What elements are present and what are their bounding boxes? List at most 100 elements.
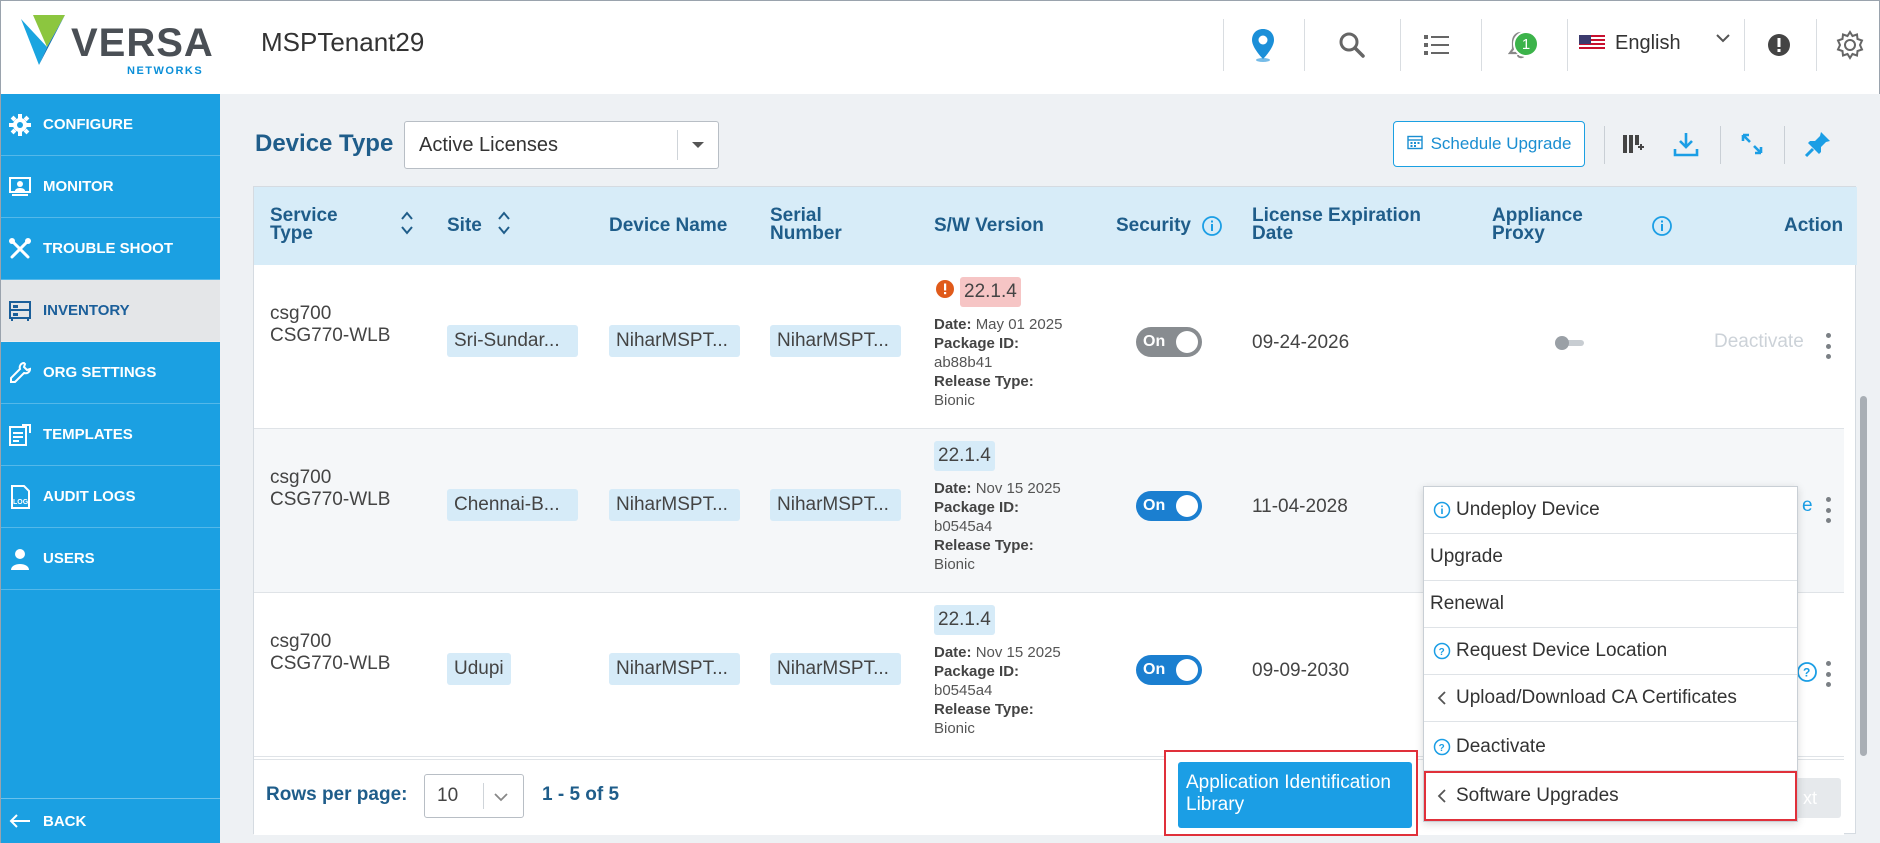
column-header-service-type[interactable]: Service Type [270,206,338,243]
menu-item-request-device-location[interactable]: ? Request Device Location [1424,628,1797,675]
divider [1604,126,1605,164]
device-name-chip[interactable]: NiharMSPT... [609,653,740,685]
divider [1481,19,1482,71]
search-icon[interactable] [1330,23,1374,67]
more-options-icon[interactable] [1823,497,1833,523]
more-options-icon[interactable] [1823,661,1833,687]
sidebar-item-org-settings[interactable]: ORG SETTINGS [1,342,220,404]
back-button[interactable]: BACK [1,798,220,843]
device-type-select[interactable]: Active Licenses [404,121,719,169]
alert-icon[interactable] [1757,23,1801,67]
sidebar-item-templates[interactable]: TEMPLATES [1,404,220,466]
action-link[interactable]: e [1802,495,1813,517]
site-chip[interactable]: Sri-Sundar... [447,325,578,357]
help-icon: ? [1433,738,1451,756]
schedule-upgrade-button[interactable]: Schedule Upgrade [1393,121,1585,167]
sidebar-item-audit-logs[interactable]: LOG AUDIT LOGS [1,466,220,528]
sidebar-item-trouble-shoot[interactable]: TROUBLE SHOOT [1,218,220,280]
device-name-chip[interactable]: NiharMSPT... [609,489,740,521]
sw-version-details: Date: Nov 15 2025 Package ID: b0545a4 Re… [934,643,1061,738]
menu-item-deactivate[interactable]: ? Deactivate [1424,724,1797,771]
divider [677,130,678,160]
security-toggle[interactable]: On [1136,327,1202,357]
service-type-line2: CSG770-WLB [270,653,391,674]
site-chip[interactable]: Udupi [447,653,511,685]
toggle-knob [1176,331,1198,353]
sidebar-item-monitor[interactable]: MONITOR [1,156,220,218]
menu-item-software-upgrades[interactable]: Software Upgrades [1424,771,1797,821]
scrollbar-thumb[interactable] [1860,396,1867,756]
column-header-appliance-proxy[interactable]: Appliance Proxy [1492,206,1583,243]
serial-number-chip[interactable]: NiharMSPT... [770,653,901,685]
column-header-sw-version[interactable]: S/W Version [934,216,1044,235]
sort-icon[interactable] [400,209,414,237]
settings-gear-icon[interactable] [1828,23,1872,67]
package-id-value: b0545a4 [934,518,993,535]
sw-version-chip[interactable]: 22.1.4 [934,605,995,635]
caret-down-icon [692,142,704,148]
release-type-value: Bionic [934,392,975,409]
pin-icon[interactable] [1800,126,1836,162]
license-expiration-date: 11-04-2028 [1252,496,1348,517]
site-chip[interactable]: Chennai-B... [447,489,578,521]
service-type-line1: csg700 [270,303,332,324]
sidebar-item-label: USERS [43,550,95,567]
device-name-chip[interactable]: NiharMSPT... [609,325,740,357]
table-row: csg700 CSG770-WLB Sri-Sundar... NiharMSP… [254,265,1844,429]
info-icon[interactable] [1201,215,1223,237]
date-value: Nov 15 2025 [975,644,1061,661]
security-toggle[interactable]: On [1136,655,1202,685]
column-header-serial-number[interactable]: Serial Number [770,206,842,243]
sw-version-chip[interactable]: 22.1.4 [934,441,995,471]
package-id-label: Package ID: [934,663,1020,680]
column-header-license-expiration[interactable]: License Expiration Date [1252,206,1421,243]
more-options-icon[interactable] [1823,333,1833,359]
release-type-label: Release Type: [934,537,1034,554]
appliance-proxy-toggle[interactable] [1552,335,1590,351]
sort-icon[interactable] [497,209,511,237]
language-selector[interactable]: English [1579,27,1681,59]
svg-text:?: ? [1803,666,1810,680]
menu-item-upgrade[interactable]: Upgrade [1424,534,1797,581]
expand-icon[interactable] [1734,126,1770,162]
versa-logo[interactable]: VERSA NETWORKS [19,13,213,83]
divider [483,783,484,809]
menu-item-upload-download-ca-certificates[interactable]: Upload/Download CA Certificates [1424,675,1797,722]
column-header-security[interactable]: Security [1116,216,1191,235]
location-pin-icon[interactable] [1241,23,1285,67]
menu-item-label: Software Upgrades [1456,785,1619,806]
submenu-item-application-identification-library[interactable]: Application Identification Library [1178,762,1412,828]
divider [1784,126,1785,164]
info-icon[interactable] [1651,215,1673,237]
info-icon [1433,501,1451,519]
menu-item-undeploy-device[interactable]: Undeploy Device [1424,487,1797,534]
sidebar-item-users[interactable]: USERS [1,528,220,590]
column-settings-icon[interactable] [1615,126,1651,162]
security-toggle[interactable]: On [1136,491,1202,521]
download-icon[interactable] [1668,126,1704,162]
deactivate-link[interactable]: Deactivate [1714,331,1804,353]
serial-number-chip[interactable]: NiharMSPT... [770,325,901,357]
menu-item-renewal[interactable]: Renewal [1424,581,1797,628]
chevron-down-icon[interactable] [1715,31,1731,49]
sidebar-item-inventory[interactable]: INVENTORY [1,280,220,342]
date-value: Nov 15 2025 [975,480,1061,497]
back-label: BACK [43,812,87,830]
date-value: May 01 2025 [975,316,1063,333]
device-type-label: Device Type [255,130,394,157]
divider [1567,19,1568,71]
top-bar: VERSA NETWORKS MSPTenant29 1 English [0,0,1880,94]
serial-number-chip[interactable]: NiharMSPT... [770,489,901,521]
rows-per-page-select[interactable]: 10 [424,774,524,818]
sidebar-item-label: INVENTORY [43,302,130,319]
sw-version-chip[interactable]: 22.1.4 [960,277,1021,307]
column-header-site[interactable]: Site [447,216,482,235]
column-header-device-name[interactable]: Device Name [609,216,727,235]
divider [1223,19,1224,71]
schedule-upgrade-label: Schedule Upgrade [1430,134,1572,153]
package-id-label: Package ID: [934,335,1020,352]
task-list-icon[interactable] [1415,23,1459,67]
sidebar-item-configure[interactable]: CONFIGURE [1,94,220,156]
help-icon[interactable]: ? [1796,661,1818,683]
action-context-menu: Undeploy Device Upgrade Renewal ? Reques… [1423,486,1798,822]
